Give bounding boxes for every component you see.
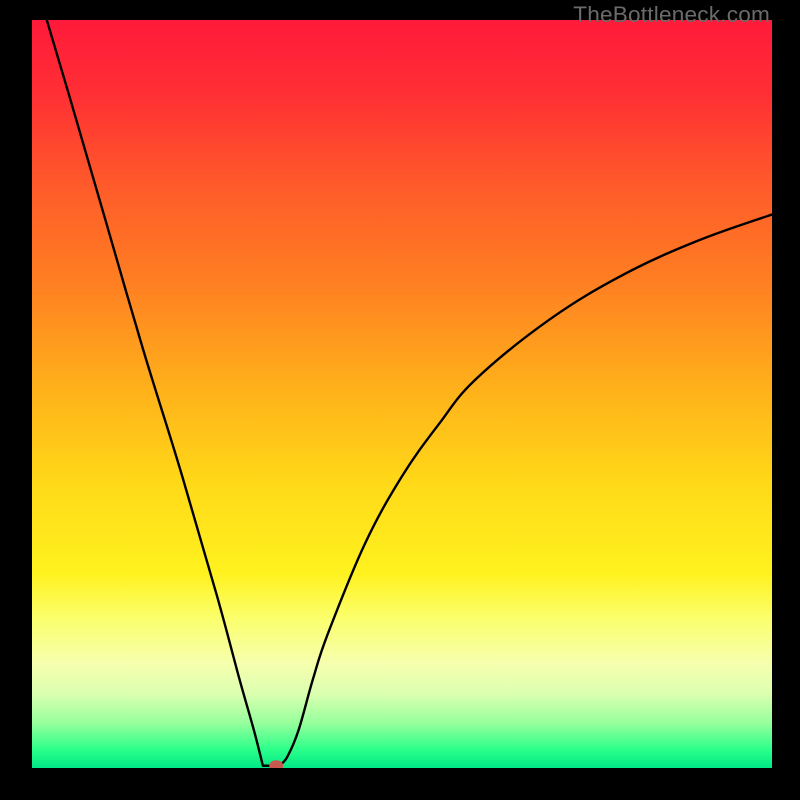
bottleneck-plot bbox=[32, 20, 772, 768]
gradient-background bbox=[32, 20, 772, 768]
watermark-text: TheBottleneck.com bbox=[573, 2, 770, 28]
chart-frame bbox=[32, 20, 772, 768]
